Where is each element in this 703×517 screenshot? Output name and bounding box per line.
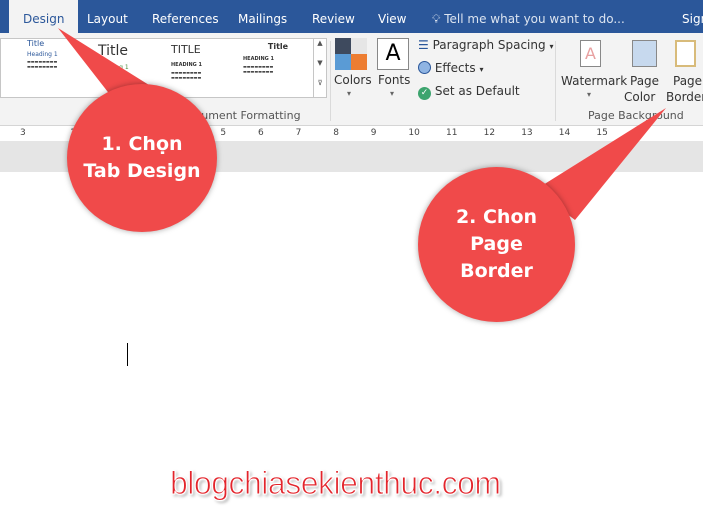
callout-pointers: [58, 28, 666, 220]
callout-choose-page-border: 2. Chon Page Border: [418, 167, 575, 322]
callout-choose-design-tab: 1. Chọn Tab Design: [67, 84, 217, 232]
watermark-text: blogchiasekienthuc.com: [170, 465, 502, 502]
